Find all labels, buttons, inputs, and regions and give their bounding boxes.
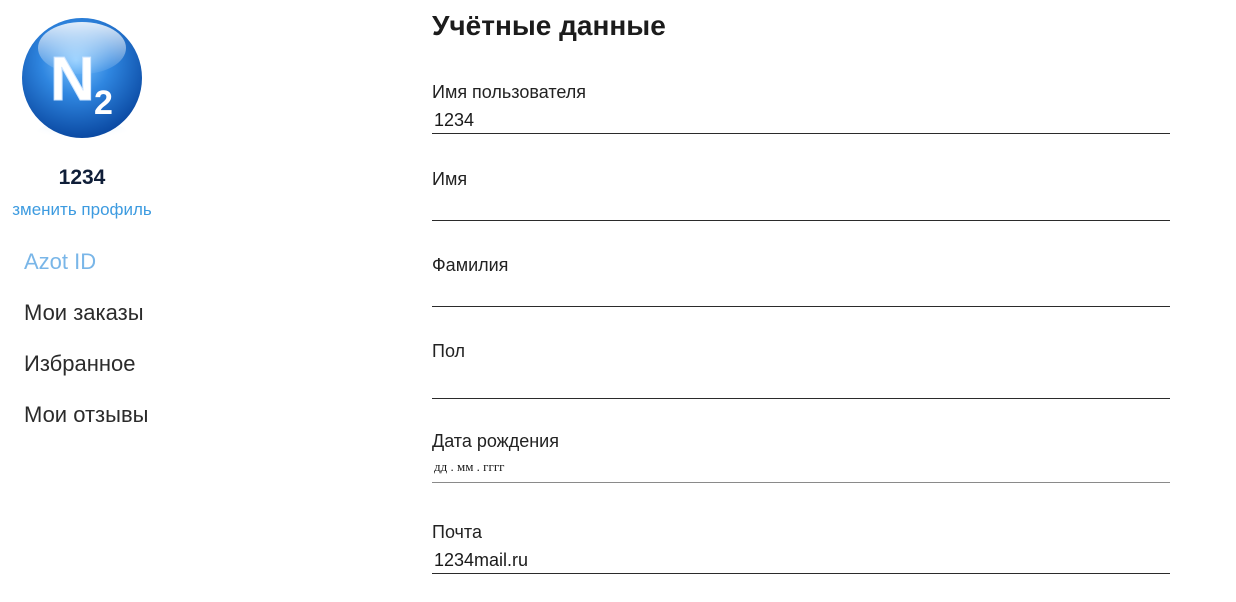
field-birthdate: Дата рождения дд . мм . гггг xyxy=(432,429,1170,483)
nav-item-orders[interactable]: Мои заказы xyxy=(24,297,148,348)
gender-input[interactable] xyxy=(432,367,1170,399)
svg-text:N: N xyxy=(50,45,95,114)
sidebar: N 2 1234 зменить профиль Azot ID Мои зак… xyxy=(0,0,200,602)
profile-page: N 2 1234 зменить профиль Azot ID Мои зак… xyxy=(0,0,1236,602)
birthdate-input[interactable]: дд . мм . гггг xyxy=(432,457,1170,483)
field-first-name: Имя xyxy=(432,167,1170,221)
field-last-name: Фамилия xyxy=(432,253,1170,307)
svg-text:2: 2 xyxy=(94,84,113,122)
page-title: Учётные данные xyxy=(432,10,666,41)
nav-item-favorites[interactable]: Избранное xyxy=(24,348,148,399)
field-username: Имя пользователя xyxy=(432,80,1170,134)
username-label: Имя пользователя xyxy=(432,82,587,102)
avatar[interactable]: N 2 xyxy=(20,16,144,148)
last-name-label: Фамилия xyxy=(432,255,509,275)
nav-item-azot-id[interactable]: Azot ID xyxy=(24,246,148,297)
nav-item-reviews[interactable]: Мои отзывы xyxy=(24,399,148,450)
email-label: Почта xyxy=(432,522,482,542)
gender-label: Пол xyxy=(432,341,466,361)
first-name-label: Имя xyxy=(432,169,468,189)
last-name-input[interactable] xyxy=(432,281,1170,307)
profile-username: 1234 xyxy=(58,166,106,189)
profile-nav: Azot ID Мои заказы Избранное Мои отзывы xyxy=(24,246,148,450)
username-input[interactable] xyxy=(432,108,1170,134)
first-name-input[interactable] xyxy=(432,195,1170,221)
field-gender: Пол xyxy=(432,339,1170,399)
field-email: Почта xyxy=(432,520,1170,574)
edit-profile-link[interactable]: зменить профиль xyxy=(0,200,172,220)
n2-logo-icon: N 2 xyxy=(22,18,142,148)
email-input[interactable] xyxy=(432,548,1170,574)
birthdate-label: Дата рождения xyxy=(432,431,559,451)
